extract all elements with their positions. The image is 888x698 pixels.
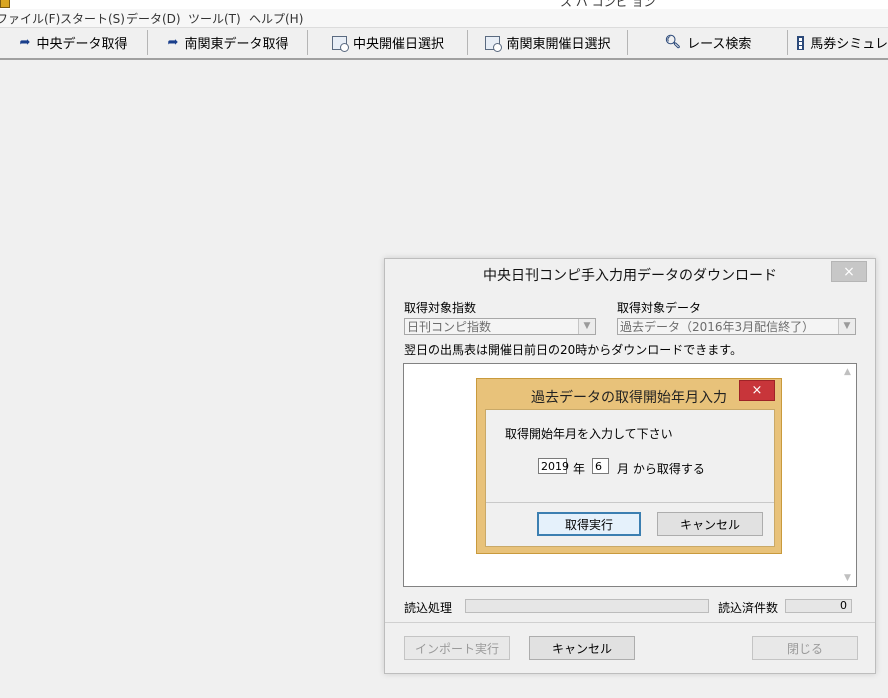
south-kanto-date-select-button[interactable]: 南関東開催日選択 — [469, 30, 628, 55]
race-search-label: レース検索 — [687, 37, 752, 52]
year-unit-label: 年 — [573, 462, 586, 476]
scroll-up-icon[interactable]: ▲ — [839, 364, 856, 380]
menu-start[interactable]: スタート(S) — [60, 10, 125, 27]
download-notice: 翌日の出馬表は開催日前日の20時からダウンロードできます。 — [404, 343, 743, 357]
target-data-label: 取得対象データ — [617, 301, 702, 315]
target-data-select[interactable]: 過去データ（2016年3月配信終了） ▼ — [617, 318, 856, 335]
scroll-down-icon[interactable]: ▼ — [839, 570, 856, 586]
table-icon — [797, 35, 805, 50]
dialog-divider — [385, 622, 875, 623]
start-month-dialog-title: 過去データの取得開始年月入力 — [531, 390, 727, 406]
central-data-fetch-button[interactable]: ➦ 中央データ取得 — [0, 30, 148, 55]
central-data-fetch-label: 中央データ取得 — [36, 37, 128, 52]
read-progress-bar — [465, 599, 709, 613]
chevron-down-icon: ▼ — [578, 319, 595, 334]
download-dialog-title: 中央日刊コンピ手入力用データのダウンロード — [483, 268, 777, 284]
arrow-right-icon: ➦ — [167, 35, 179, 50]
betting-simulation-button[interactable]: 馬券シミュレ — [789, 30, 888, 55]
chevron-down-icon: ▼ — [838, 319, 855, 334]
start-month-dialog-close-button[interactable]: × — [739, 380, 775, 401]
fetch-execute-button[interactable]: 取得実行 — [537, 512, 641, 536]
log-scrollbar[interactable]: ▲ ▼ — [839, 364, 856, 586]
south-kanto-date-select-label: 南関東開催日選択 — [506, 37, 611, 52]
toolbar: ➦ 中央データ取得 ➦ 南関東データ取得 中央開催日選択 南関東開催日選択 🔍︎… — [0, 28, 888, 60]
south-kanto-data-fetch-label: 南関東データ取得 — [184, 37, 289, 52]
download-dialog-close-button[interactable]: × — [831, 261, 867, 282]
menu-tools[interactable]: ツール(T) — [188, 10, 241, 27]
window-title: ス バ コンビ ョン — [560, 0, 656, 9]
close-icon: × — [843, 263, 855, 280]
start-month-cancel-button[interactable]: キャンセル — [657, 512, 763, 536]
close-icon: × — [751, 383, 763, 398]
south-kanto-data-fetch-button[interactable]: ➦ 南関東データ取得 — [149, 30, 308, 55]
menu-data[interactable]: データ(D) — [126, 10, 181, 27]
calendar-clock-icon — [485, 35, 503, 52]
target-index-label: 取得対象指数 — [404, 301, 477, 315]
target-index-select[interactable]: 日刊コンピ指数 ▼ — [404, 318, 596, 335]
read-process-label: 読込処理 — [404, 601, 453, 615]
app-icon — [0, 0, 10, 8]
import-execute-button[interactable]: インポート実行 — [404, 636, 510, 660]
start-month-dialog: 過去データの取得開始年月入力 × 取得開始年月を入力して下さい 2019 年 6… — [476, 378, 782, 554]
start-month-prompt: 取得開始年月を入力して下さい — [505, 427, 673, 441]
modal-divider — [486, 502, 774, 503]
central-date-select-label: 中央開催日選択 — [352, 37, 444, 52]
menu-file[interactable]: ファイル(F) — [0, 10, 60, 27]
month-unit-label: 月 から取得する — [617, 462, 705, 476]
read-count-label: 読込済件数 — [718, 601, 779, 615]
download-close-button[interactable]: 閉じる — [752, 636, 858, 660]
menu-help[interactable]: ヘルプ(H) — [249, 10, 303, 27]
arrow-right-icon: ➦ — [19, 35, 31, 50]
race-search-button[interactable]: 🔍︎ レース検索 — [629, 30, 788, 55]
start-month-dialog-body: 取得開始年月を入力して下さい 2019 年 6 月 から取得する 取得実行 キャ… — [485, 409, 775, 547]
download-cancel-button[interactable]: キャンセル — [529, 636, 635, 660]
read-count-value: 0 — [785, 599, 852, 613]
year-input[interactable]: 2019 — [538, 458, 569, 474]
target-data-value: 過去データ（2016年3月配信終了） — [620, 320, 815, 334]
search-icon: 🔍︎ — [664, 35, 682, 50]
title-bar: ス バ コンビ ョン — [0, 0, 888, 9]
month-input[interactable]: 6 — [592, 458, 609, 474]
menu-bar: ファイル(F) スタート(S) データ(D) ツール(T) ヘルプ(H) — [0, 9, 888, 28]
calendar-clock-icon — [331, 35, 349, 52]
central-date-select-button[interactable]: 中央開催日選択 — [309, 30, 468, 55]
betting-simulation-label: 馬券シミュレ — [810, 37, 888, 52]
target-index-value: 日刊コンピ指数 — [407, 320, 492, 334]
